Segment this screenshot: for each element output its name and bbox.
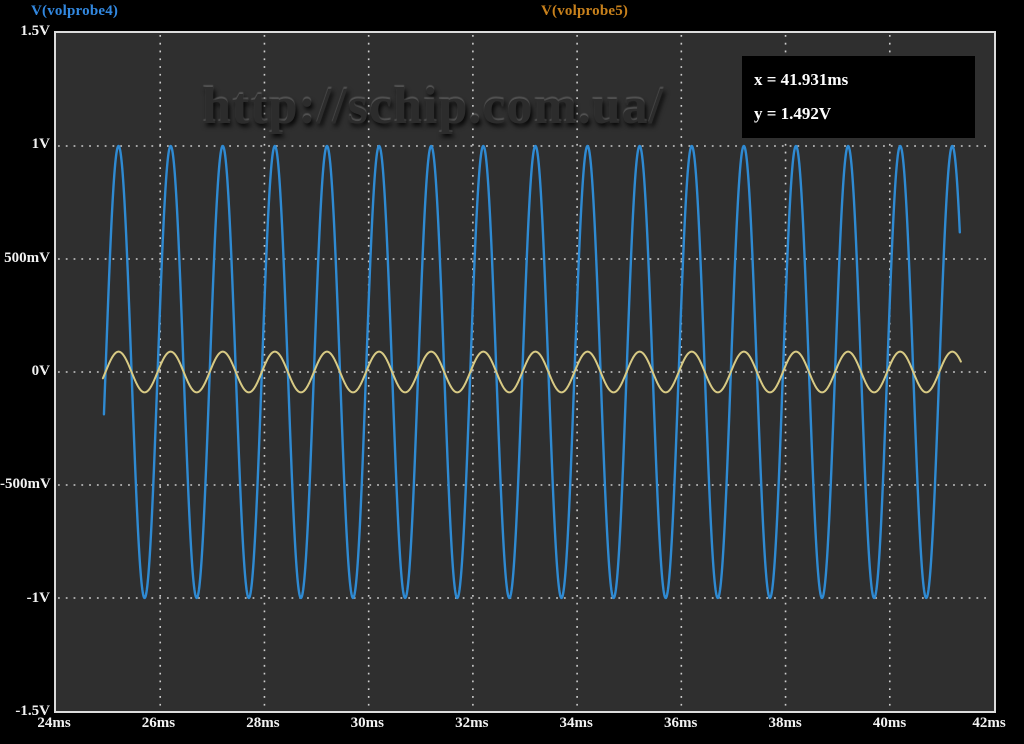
watermark: http://schip.com.ua/ <box>202 77 664 136</box>
legend-trace-volprobe4[interactable]: V(volprobe4) <box>31 3 118 20</box>
y-tick-label: 1.5V <box>0 22 50 40</box>
cursor-y-value: y = 1.492V <box>754 104 975 124</box>
y-tick-label: 0V <box>0 362 50 380</box>
legend-trace-volprobe5[interactable]: V(volprobe5) <box>541 3 628 20</box>
x-tick-label: 30ms <box>351 715 384 732</box>
trace-V(volprobe5) <box>103 352 961 393</box>
x-tick-label: 28ms <box>246 715 279 732</box>
x-tick-label: 40ms <box>873 715 906 732</box>
x-tick-label: 24ms <box>37 715 70 732</box>
trace-V(volprobe4) <box>104 146 960 598</box>
x-tick-label: 34ms <box>560 715 593 732</box>
y-tick-label: -500mV <box>0 475 50 493</box>
x-tick-label: 42ms <box>972 715 1005 732</box>
cursor-readout: x = 41.931ms y = 1.492V <box>742 56 975 138</box>
cursor-x-value: x = 41.931ms <box>754 70 975 90</box>
x-tick-label: 36ms <box>664 715 697 732</box>
waveform-traces <box>103 146 961 598</box>
x-tick-label: 32ms <box>455 715 488 732</box>
y-tick-label: -1V <box>0 589 50 607</box>
waveform-viewer: V(volprobe4) V(volprobe5) http://schip.c… <box>0 0 1024 744</box>
x-tick-label: 38ms <box>768 715 801 732</box>
y-tick-label: 500mV <box>0 249 50 267</box>
plot-area[interactable]: http://schip.com.ua/ x = 41.931ms y = 1.… <box>54 31 996 713</box>
y-tick-label: 1V <box>0 135 50 153</box>
x-tick-label: 26ms <box>142 715 175 732</box>
